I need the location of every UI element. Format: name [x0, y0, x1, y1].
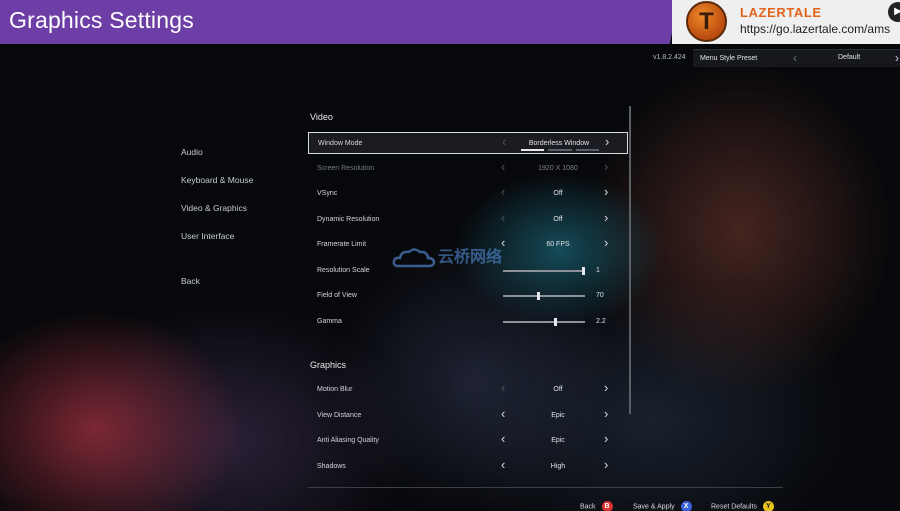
nav-item-back[interactable]: Back: [181, 276, 200, 286]
setting-label: Framerate Limit: [317, 241, 367, 248]
footer-save-apply-button[interactable]: Save & Apply X: [633, 501, 692, 511]
setting-label: Screen Resolution: [317, 165, 375, 172]
chevron-right-icon[interactable]: ›: [604, 185, 608, 199]
setting-value: 60 FPS: [546, 241, 570, 248]
footer-save-label: Save & Apply: [633, 503, 675, 511]
setting-label: Resolution Scale: [317, 267, 370, 274]
chevron-left-icon[interactable]: ‹: [501, 236, 505, 250]
footer-back-label: Back: [580, 503, 596, 511]
preset-label: Menu Style Preset: [700, 55, 758, 62]
settings-scrollbar[interactable]: [629, 106, 631, 414]
setting-framerate-limit[interactable]: Framerate Limit ‹ 60 FPS ›: [308, 234, 628, 256]
chevron-left-icon[interactable]: ‹: [501, 432, 505, 446]
setting-label: Dynamic Resolution: [317, 216, 380, 223]
menu-style-preset[interactable]: Menu Style Preset ‹ Default ›: [693, 49, 900, 67]
setting-label: Shadows: [317, 463, 346, 470]
settings-panel: Video Window Mode ‹ Borderless Window › …: [308, 105, 633, 487]
option-indicator: [521, 149, 599, 151]
chevron-right-icon[interactable]: ›: [604, 432, 608, 446]
footer-divider: [308, 487, 783, 488]
setting-screen-resolution[interactable]: Screen Resolution ‹ 1920 X 1080 ›: [308, 158, 628, 180]
setting-vsync[interactable]: VSync ‹ Off ›: [308, 183, 628, 205]
footer-bar: Back B Save & Apply X Reset Defaults Y: [0, 497, 900, 511]
setting-view-distance[interactable]: View Distance ‹ Epic ›: [308, 405, 628, 427]
preset-value: Default: [838, 54, 861, 61]
setting-label: VSync: [317, 190, 338, 197]
setting-value: Epic: [551, 412, 565, 419]
setting-value: Off: [553, 216, 563, 223]
setting-value: 1: [596, 267, 600, 274]
setting-window-mode[interactable]: Window Mode ‹ Borderless Window ›: [308, 132, 628, 154]
slider-thumb[interactable]: [537, 292, 541, 300]
slider-thumb[interactable]: [553, 318, 557, 326]
slider-track[interactable]: [503, 292, 585, 300]
footer-reset-defaults-button[interactable]: Reset Defaults Y: [711, 501, 774, 511]
section-title-graphics: Graphics: [310, 360, 347, 370]
preset-next-chevron-icon[interactable]: ›: [895, 51, 899, 65]
setting-label: Gamma: [317, 318, 342, 325]
setting-resolution-scale[interactable]: Resolution Scale 1: [308, 260, 628, 282]
setting-value: High: [550, 463, 566, 470]
y-button-icon: Y: [762, 501, 774, 511]
chevron-left-icon[interactable]: ‹: [501, 160, 505, 174]
setting-label: Window Mode: [318, 140, 363, 147]
footer-back-button[interactable]: Back B: [580, 501, 613, 511]
slider-thumb[interactable]: [582, 267, 586, 275]
setting-value: 2.2: [596, 318, 606, 325]
setting-value: Off: [553, 386, 563, 393]
setting-label: Anti Aliasing Quality: [317, 437, 379, 444]
setting-label: View Distance: [317, 412, 362, 419]
setting-label: Field of View: [317, 292, 357, 299]
setting-shadows[interactable]: Shadows ‹ High ›: [308, 456, 628, 478]
nav-item-video-graphics[interactable]: Video & Graphics: [181, 203, 247, 213]
chevron-right-icon[interactable]: ›: [604, 211, 608, 225]
version-label: v1.8.2.424: [653, 54, 686, 61]
slider-track[interactable]: [503, 267, 586, 275]
title-bar: Graphics Settings: [0, 0, 678, 44]
setting-field-of-view[interactable]: Field of View 70: [308, 285, 628, 307]
brand-name: LAZERTALE: [740, 5, 822, 20]
section-title-video: Video: [310, 112, 333, 122]
nav-item-audio[interactable]: Audio: [181, 147, 203, 157]
chevron-right-icon[interactable]: ›: [604, 458, 608, 472]
x-button-icon: X: [680, 501, 692, 511]
setting-motion-blur[interactable]: Motion Blur ‹ Off ›: [308, 379, 628, 401]
chevron-right-icon[interactable]: ›: [604, 236, 608, 250]
nav-item-user-interface[interactable]: User Interface: [181, 231, 234, 241]
chevron-right-icon[interactable]: ›: [605, 135, 609, 149]
footer-reset-label: Reset Defaults: [711, 503, 757, 511]
chevron-left-icon[interactable]: ‹: [501, 185, 505, 199]
setting-label: Motion Blur: [317, 386, 353, 393]
chevron-right-icon[interactable]: ›: [604, 160, 608, 174]
chevron-left-icon[interactable]: ‹: [501, 211, 505, 225]
setting-value: Epic: [551, 437, 565, 444]
chevron-left-icon[interactable]: ‹: [501, 381, 505, 395]
setting-value: Borderless Window: [528, 140, 590, 147]
setting-value: 70: [596, 292, 604, 299]
brand-logo-icon: T: [686, 1, 727, 42]
nav-item-keyboard-mouse[interactable]: Keyboard & Mouse: [181, 175, 253, 185]
b-button-icon: B: [601, 501, 613, 511]
setting-value: Off: [553, 190, 563, 197]
chevron-left-icon[interactable]: ‹: [501, 407, 505, 421]
chevron-left-icon[interactable]: ‹: [501, 458, 505, 472]
chevron-right-icon[interactable]: ›: [604, 381, 608, 395]
chevron-right-icon[interactable]: ›: [604, 407, 608, 421]
brand-url: https://go.lazertale.com/ams-c: [740, 22, 890, 36]
setting-value: 1920 X 1080: [538, 165, 578, 172]
setting-dynamic-resolution[interactable]: Dynamic Resolution ‹ Off ›: [308, 209, 628, 231]
page-title: Graphics Settings: [9, 7, 194, 33]
slider-track[interactable]: [503, 318, 585, 326]
setting-anti-aliasing-quality[interactable]: Anti Aliasing Quality ‹ Epic ›: [308, 430, 628, 452]
chevron-left-icon[interactable]: ‹: [502, 135, 506, 149]
preset-prev-chevron-icon[interactable]: ‹: [793, 51, 797, 65]
setting-gamma[interactable]: Gamma 2.2: [308, 311, 628, 333]
